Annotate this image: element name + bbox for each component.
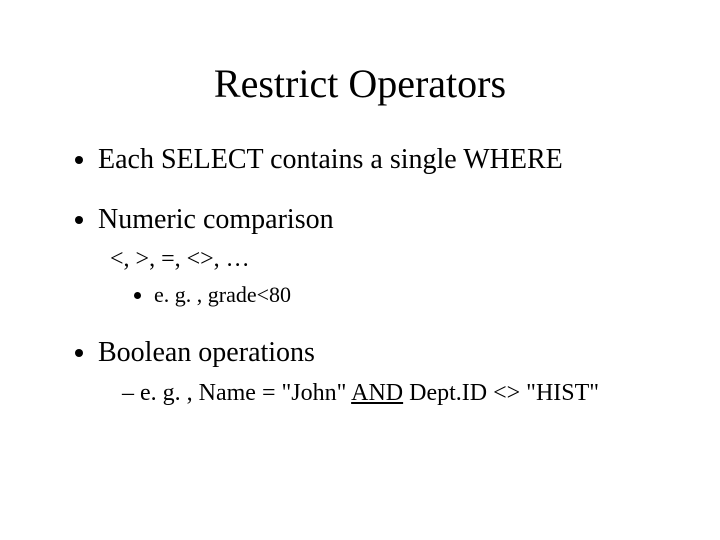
bullet-item-3: Boolean operations e. g. , Name = "John"…: [98, 336, 670, 409]
bullet-text-1: Each SELECT contains a single WHERE: [98, 144, 563, 175]
bullet-3-example-pre: e. g. , Name = "John": [140, 380, 351, 406]
bullet-2-sub: <, >, =, <>, …: [110, 244, 670, 275]
bullet-list: Each SELECT contains a single WHERE Nume…: [50, 143, 670, 409]
bullet-text-2: Numeric comparison: [98, 204, 334, 235]
bullet-3-example-and: AND: [351, 380, 403, 406]
slide-title: Restrict Operators: [50, 60, 670, 107]
bullet-item-2: Numeric comparison <, >, =, <>, … e. g. …: [98, 203, 670, 310]
bullet-3-sublist: e. g. , Name = "John" AND Dept.ID <> "HI…: [122, 378, 670, 409]
slide: Restrict Operators Each SELECT contains …: [0, 0, 720, 540]
bullet-3-example-post: Dept.ID <> "HIST": [403, 380, 599, 406]
bullet-text-3: Boolean operations: [98, 337, 315, 368]
bullet-2-example-list: e. g. , grade<80: [98, 281, 670, 310]
bullet-3-example: e. g. , Name = "John" AND Dept.ID <> "HI…: [122, 378, 670, 409]
bullet-2-example: e. g. , grade<80: [154, 281, 670, 310]
bullet-item-1: Each SELECT contains a single WHERE: [98, 143, 670, 177]
